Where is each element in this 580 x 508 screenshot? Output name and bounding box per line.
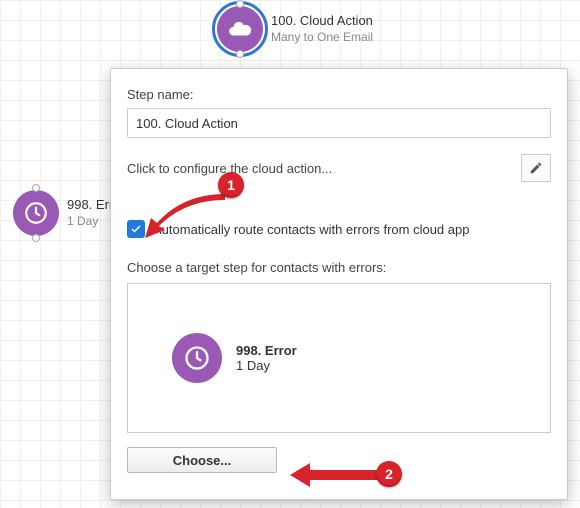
- check-icon: [130, 223, 142, 235]
- annotation-arrow-1: [145, 190, 235, 240]
- cloud-icon: [217, 6, 263, 52]
- canvas-node-error[interactable]: 998. Err 1 Day: [13, 190, 113, 236]
- edit-button[interactable]: [521, 154, 551, 182]
- step-config-popup: Step name: Click to configure the cloud …: [110, 68, 568, 500]
- node-port-bottom[interactable]: [236, 50, 244, 58]
- canvas-node-cloud-action[interactable]: 100. Cloud Action Many to One Email: [217, 6, 373, 52]
- target-step-label: Choose a target step for contacts with e…: [127, 260, 551, 275]
- node-label: 998. Err 1 Day: [67, 197, 113, 228]
- annotation-badge-1: 1: [218, 172, 244, 198]
- pencil-icon: [529, 161, 543, 175]
- step-name-label: Step name:: [127, 87, 551, 102]
- step-name-input[interactable]: [127, 108, 551, 138]
- choose-button[interactable]: Choose...: [127, 447, 277, 473]
- clock-icon: [172, 333, 222, 383]
- node-label: 100. Cloud Action Many to One Email: [271, 13, 373, 44]
- auto-route-checkbox[interactable]: [127, 220, 145, 238]
- annotation-badge-2: 2: [376, 461, 402, 487]
- annotation-arrow-2: [290, 460, 380, 490]
- node-port-top[interactable]: [32, 184, 40, 192]
- node-port-top[interactable]: [236, 0, 244, 8]
- clock-icon: [13, 190, 59, 236]
- target-step-box: 998. Error 1 Day: [127, 283, 551, 433]
- node-port-bottom[interactable]: [32, 234, 40, 242]
- target-step-label-text: 998. Error 1 Day: [236, 343, 297, 373]
